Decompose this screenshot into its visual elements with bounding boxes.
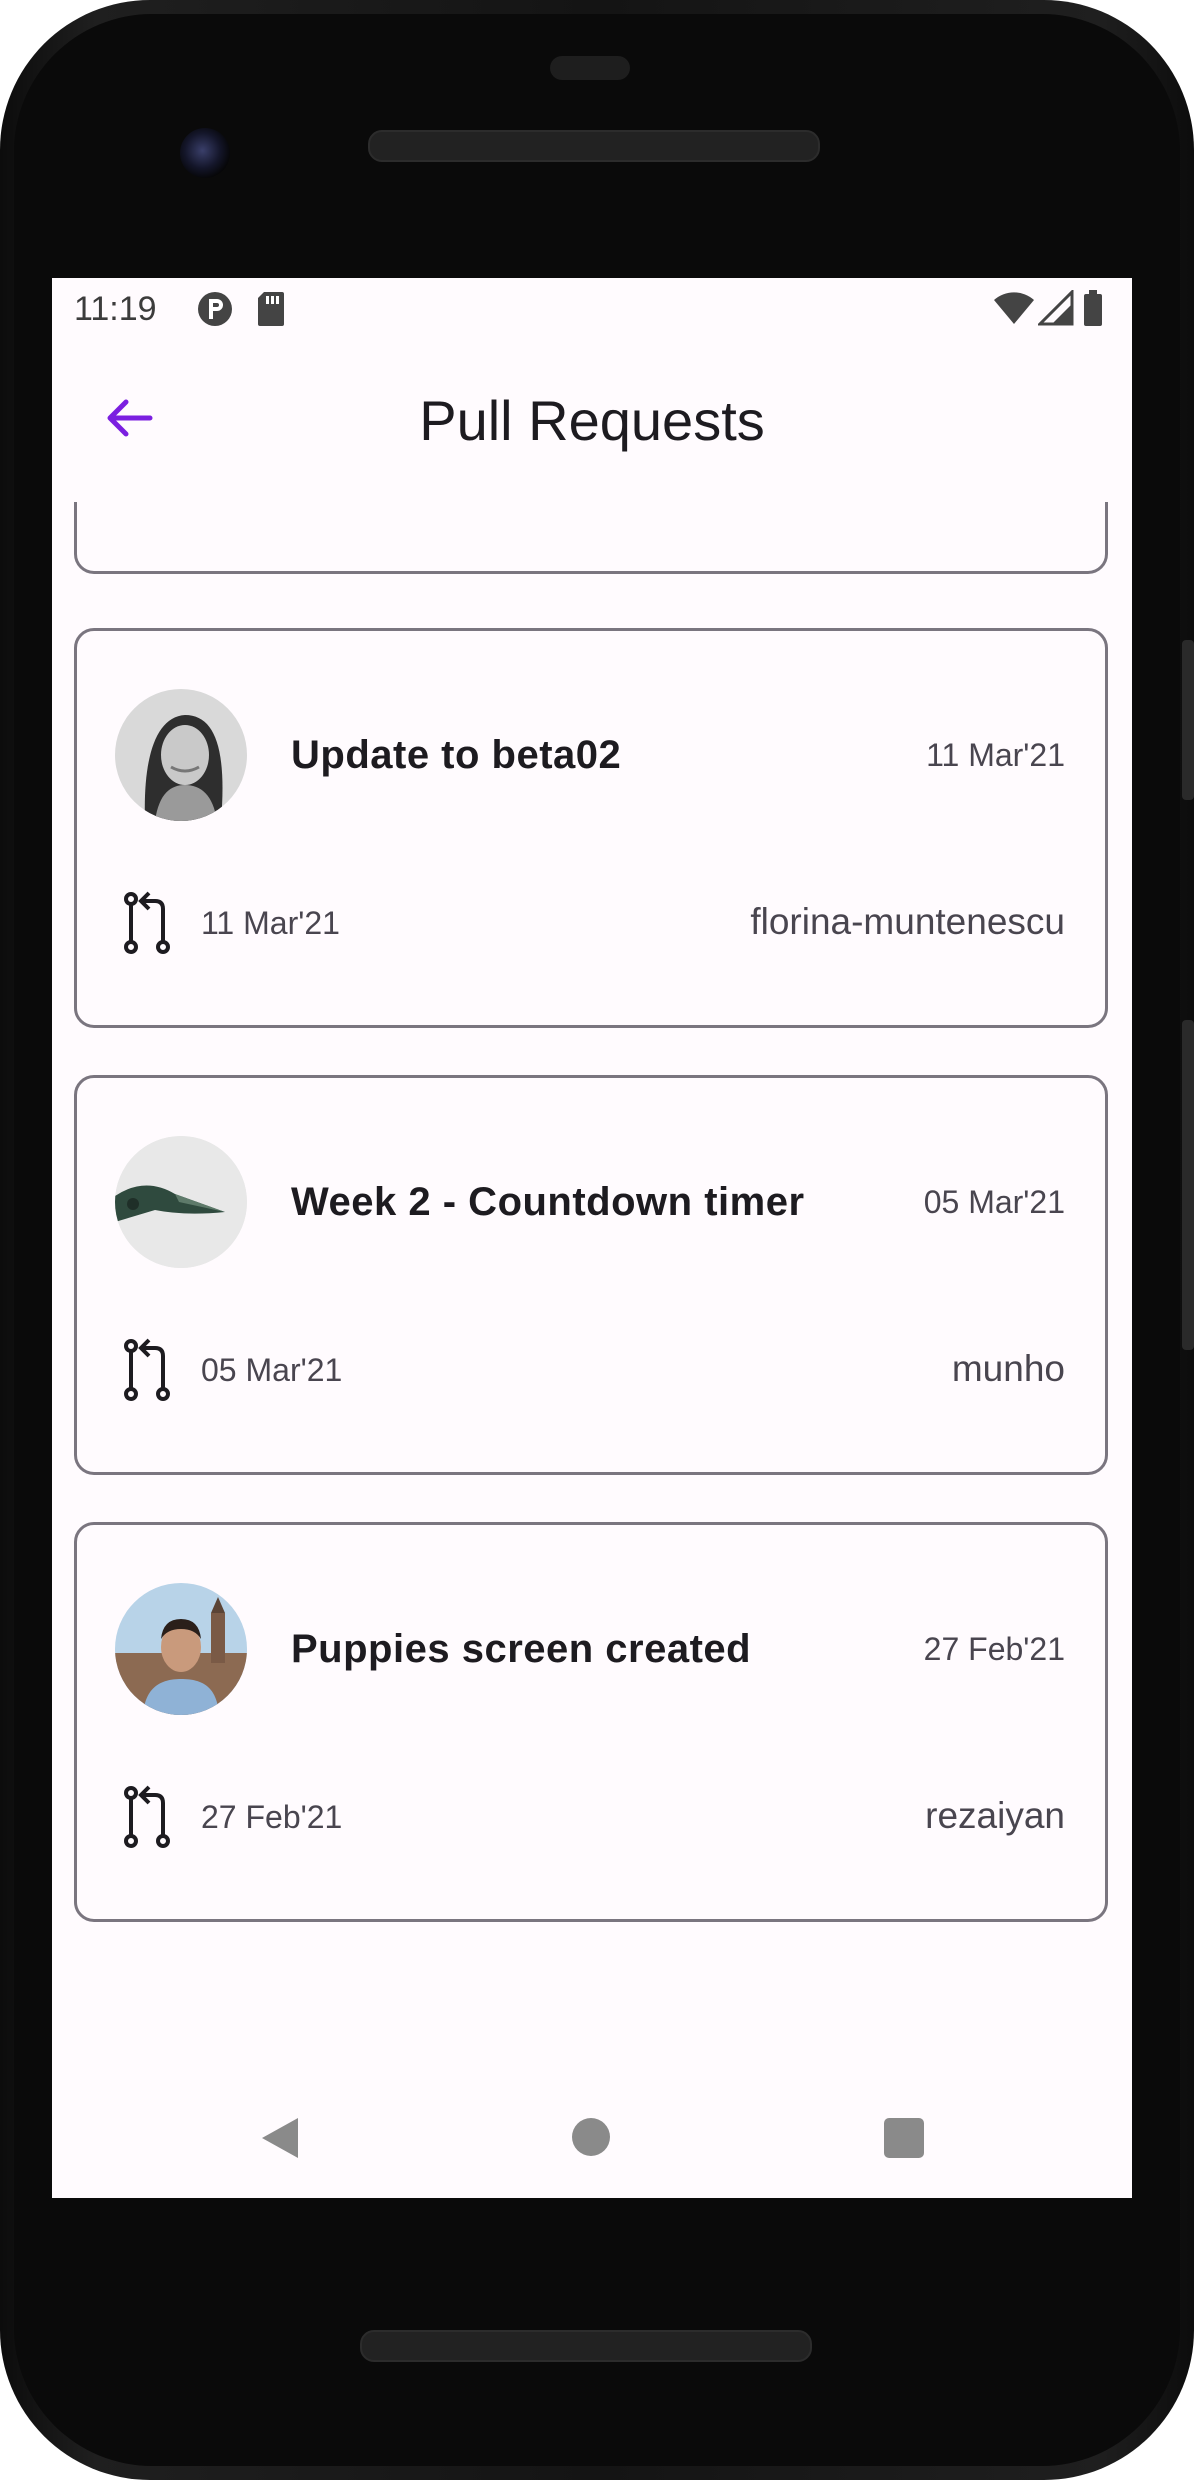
pull-request-card[interactable]: Week 2 - Countdown timer 05 Mar'21 05 Ma… <box>74 1075 1108 1475</box>
wifi-icon <box>992 290 1036 331</box>
nav-back-icon[interactable] <box>260 2116 300 2165</box>
phone-frame: 11:19 Pull Requests Update to beta02 11 … <box>0 0 1194 2480</box>
git-pull-request-icon <box>121 1785 173 1849</box>
pull-request-title: Puppies screen created <box>291 1627 752 1671</box>
pull-request-title: Week 2 - Countdown timer <box>291 1180 805 1224</box>
app-bar: Pull Requests <box>52 342 1132 502</box>
avatar <box>115 1136 247 1268</box>
git-pull-request-icon <box>121 1338 173 1402</box>
status-time: 11:19 <box>74 290 157 328</box>
screen: 11:19 Pull Requests Update to beta02 11 … <box>52 278 1132 2198</box>
front-camera <box>180 128 230 178</box>
pull-request-date: 05 Mar'21 <box>923 1184 1065 1220</box>
pull-request-merged-date: 05 Mar'21 <box>201 1352 343 1388</box>
nav-recents-icon[interactable] <box>884 2118 924 2158</box>
status-bar: 11:19 <box>52 278 1132 342</box>
pull-request-title: Update to beta02 <box>291 733 622 777</box>
pull-request-card[interactable]: Update to beta02 11 Mar'21 11 Mar'21 flo… <box>74 628 1108 1028</box>
pull-request-user: rezaiyan <box>925 1795 1065 1836</box>
pull-request-card-partial[interactable] <box>74 502 1108 574</box>
avatar <box>115 689 247 821</box>
pull-request-user: munho <box>951 1348 1065 1389</box>
earpiece-speaker <box>368 130 820 162</box>
pull-request-date: 11 Mar'21 <box>926 737 1065 773</box>
power-button <box>1182 1020 1194 1350</box>
signal-icon <box>1036 288 1074 331</box>
pull-request-date: 27 Feb'21 <box>923 1631 1065 1667</box>
pull-request-list[interactable]: Update to beta02 11 Mar'21 11 Mar'21 flo… <box>52 502 1132 2018</box>
pull-request-card[interactable]: Puppies screen created 27 Feb'21 27 Feb'… <box>74 1522 1108 1922</box>
avatar <box>115 1583 247 1715</box>
pull-request-merged-date: 27 Feb'21 <box>201 1799 343 1835</box>
navigation-bar <box>52 2096 1132 2198</box>
git-pull-request-icon <box>121 891 173 955</box>
page-title: Pull Requests <box>419 389 765 452</box>
sd-card-icon <box>256 290 286 333</box>
bottom-speaker <box>360 2330 812 2362</box>
volume-button <box>1182 640 1194 800</box>
battery-icon <box>1082 290 1104 333</box>
sensor <box>550 56 630 80</box>
notification-icon <box>196 290 234 333</box>
nav-home-icon[interactable] <box>572 2118 610 2156</box>
pull-request-merged-date: 11 Mar'21 <box>201 905 340 941</box>
pull-request-user: florina-muntenescu <box>750 901 1065 942</box>
